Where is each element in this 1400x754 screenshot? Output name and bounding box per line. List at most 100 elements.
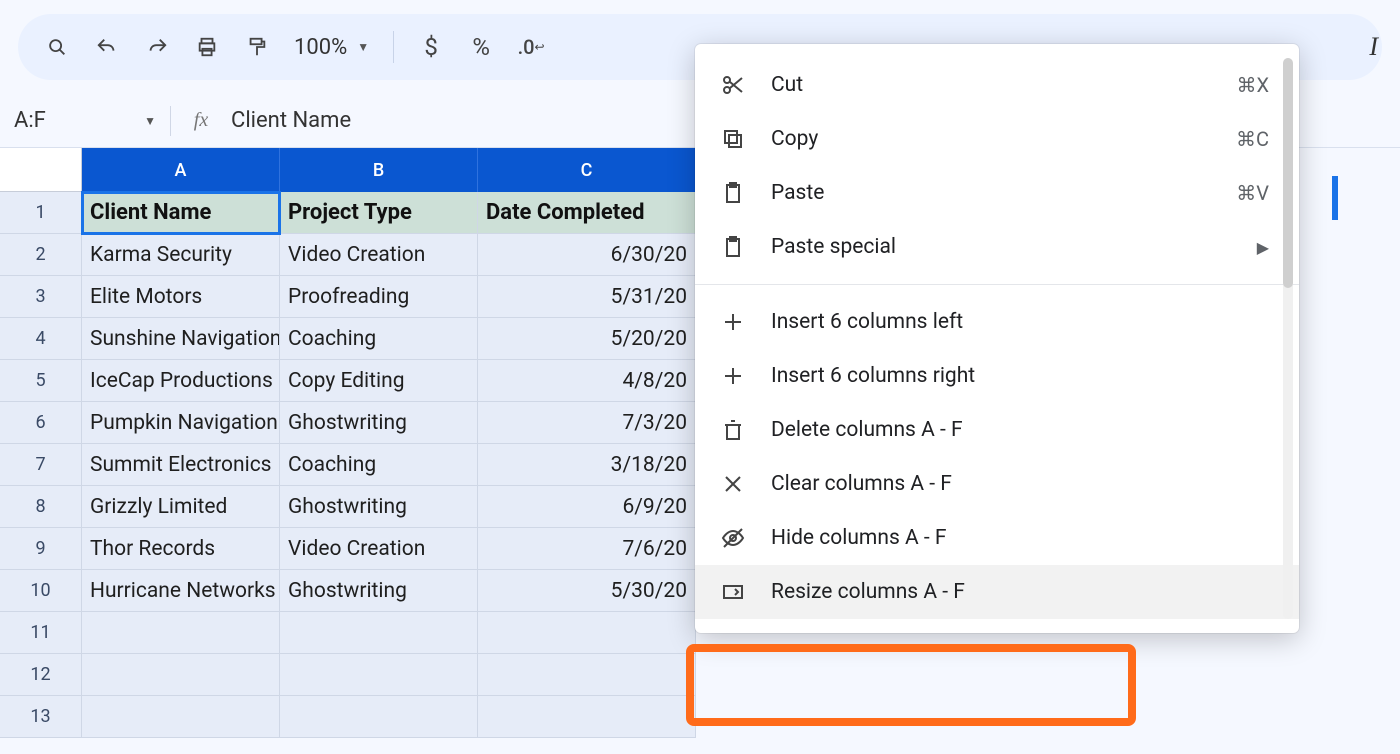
row-header[interactable]: 7 (0, 444, 82, 486)
column-header-A[interactable]: A (82, 148, 280, 192)
row-header[interactable]: 8 (0, 486, 82, 528)
menu-item-cut[interactable]: Cut ⌘X (695, 58, 1299, 112)
menu-label: Resize columns A - F (771, 580, 1269, 604)
row-header[interactable]: 3 (0, 276, 82, 318)
name-box[interactable]: A:F ▼ (0, 108, 170, 133)
row-header[interactable]: 2 (0, 234, 82, 276)
row-header[interactable]: 12 (0, 654, 82, 696)
row-header[interactable]: 9 (0, 528, 82, 570)
cell[interactable] (280, 654, 478, 696)
cell[interactable]: IceCap Productions (82, 360, 280, 402)
row-header[interactable]: 13 (0, 696, 82, 738)
italic-button[interactable]: I (1369, 32, 1378, 62)
cell[interactable] (82, 654, 280, 696)
cell[interactable]: 3/18/20 (478, 444, 696, 486)
row-header[interactable]: 4 (0, 318, 82, 360)
cell[interactable]: Grizzly Limited (82, 486, 280, 528)
chevron-right-icon: ▶ (1257, 238, 1269, 257)
menu-item-clear-columns[interactable]: Clear columns A - F (695, 457, 1299, 511)
table-row: Karma SecurityVideo Creation6/30/20 (82, 234, 696, 276)
cell[interactable] (478, 612, 696, 654)
menu-item-hide-columns[interactable]: Hide columns A - F (695, 511, 1299, 565)
table-row (82, 612, 696, 654)
cell[interactable] (280, 612, 478, 654)
row-header[interactable]: 10 (0, 570, 82, 612)
cell[interactable]: Summit Electronics (82, 444, 280, 486)
select-all-corner[interactable] (0, 148, 82, 192)
row-header[interactable]: 6 (0, 402, 82, 444)
cell[interactable]: Thor Records (82, 528, 280, 570)
trash-icon (719, 416, 747, 444)
cell[interactable] (478, 696, 696, 738)
cell[interactable]: 7/6/20 (478, 528, 696, 570)
scrollbar-thumb[interactable] (1283, 58, 1293, 288)
scissors-icon (719, 71, 747, 99)
cell[interactable]: 5/20/20 (478, 318, 696, 360)
cell[interactable]: Ghostwriting (280, 402, 478, 444)
cell[interactable]: 5/31/20 (478, 276, 696, 318)
scrollbar[interactable] (1283, 58, 1293, 619)
copy-icon (719, 125, 747, 153)
currency-button[interactable]: $ (410, 26, 452, 68)
cell[interactable]: Proofreading (280, 276, 478, 318)
table-row: Sunshine NavigationCoaching5/20/20 (82, 318, 696, 360)
column-header-C[interactable]: C (478, 148, 696, 192)
redo-icon[interactable] (136, 26, 178, 68)
menu-item-paste[interactable]: Paste ⌘V (695, 166, 1299, 220)
cell[interactable]: Coaching (280, 318, 478, 360)
cell[interactable] (478, 654, 696, 696)
menu-label: Copy (771, 127, 1212, 151)
row-header[interactable]: 5 (0, 360, 82, 402)
menu-label: Clear columns A - F (771, 472, 1269, 496)
cell[interactable] (82, 696, 280, 738)
cell[interactable]: Copy Editing (280, 360, 478, 402)
menu-item-resize-columns[interactable]: Resize columns A - F (695, 565, 1299, 619)
header-cell[interactable]: Client Name (82, 192, 280, 234)
paint-format-icon[interactable] (236, 26, 278, 68)
menu-item-paste-special[interactable]: Paste special ▶ (695, 220, 1299, 274)
row-header[interactable]: 11 (0, 612, 82, 654)
cell[interactable]: Video Creation (280, 234, 478, 276)
cell[interactable]: Ghostwriting (280, 486, 478, 528)
cell[interactable]: Coaching (280, 444, 478, 486)
table-row: IceCap ProductionsCopy Editing4/8/20 (82, 360, 696, 402)
cell[interactable] (82, 612, 280, 654)
cell[interactable]: Video Creation (280, 528, 478, 570)
menu-label: Delete columns A - F (771, 418, 1269, 442)
cell[interactable]: Hurricane Networks (82, 570, 280, 612)
cell[interactable]: 5/30/20 (478, 570, 696, 612)
cell[interactable]: Pumpkin Navigation (82, 402, 280, 444)
percent-button[interactable]: % (460, 26, 502, 68)
cell[interactable] (280, 696, 478, 738)
menu-item-insert-left[interactable]: Insert 6 columns left (695, 295, 1299, 349)
row-header[interactable]: 1 (0, 192, 82, 234)
formula-bar-input[interactable]: Client Name (231, 108, 351, 133)
print-icon[interactable] (186, 26, 228, 68)
menu-divider (695, 284, 1299, 285)
header-cell[interactable]: Date Completed (478, 192, 696, 234)
cell[interactable]: Ghostwriting (280, 570, 478, 612)
menu-item-copy[interactable]: Copy ⌘C (695, 112, 1299, 166)
cell[interactable]: Elite Motors (82, 276, 280, 318)
plus-icon (719, 308, 747, 336)
cell[interactable]: 6/30/20 (478, 234, 696, 276)
table-row: Thor RecordsVideo Creation7/6/20 (82, 528, 696, 570)
menu-shortcut: ⌘V (1236, 181, 1269, 205)
cell[interactable]: 4/8/20 (478, 360, 696, 402)
undo-icon[interactable] (86, 26, 128, 68)
chevron-down-icon: ▼ (144, 114, 156, 128)
zoom-dropdown[interactable]: 100% ▼ (286, 35, 377, 60)
cell[interactable]: 7/3/20 (478, 402, 696, 444)
table-row: Grizzly LimitedGhostwriting6/9/20 (82, 486, 696, 528)
cell[interactable]: Karma Security (82, 234, 280, 276)
search-icon[interactable] (36, 26, 78, 68)
decrease-decimals-button[interactable]: .0↩ (510, 26, 552, 68)
cell[interactable]: 6/9/20 (478, 486, 696, 528)
menu-item-insert-right[interactable]: Insert 6 columns right (695, 349, 1299, 403)
header-cell[interactable]: Project Type (280, 192, 478, 234)
clipboard-icon (719, 179, 747, 207)
menu-label: Cut (771, 73, 1212, 97)
cell[interactable]: Sunshine Navigation (82, 318, 280, 360)
menu-item-delete-columns[interactable]: Delete columns A - F (695, 403, 1299, 457)
column-header-B[interactable]: B (280, 148, 478, 192)
